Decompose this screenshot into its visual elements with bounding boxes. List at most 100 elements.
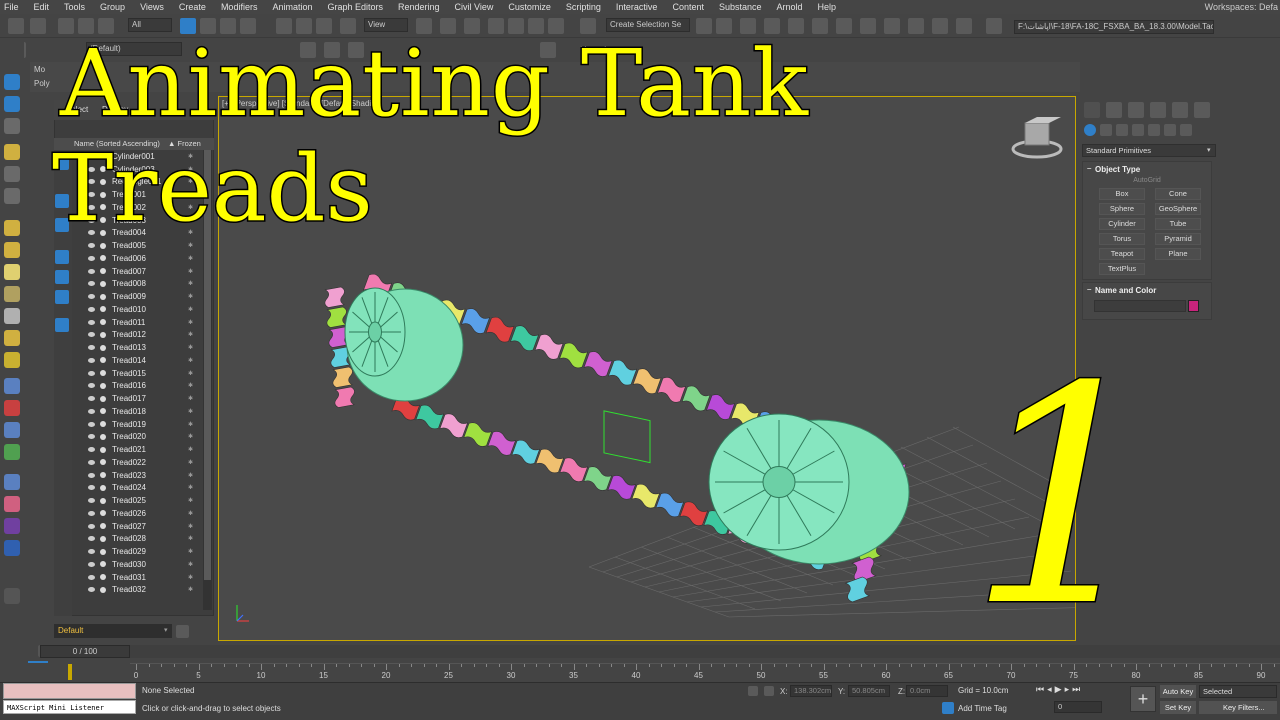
visibility-eye-icon[interactable] <box>88 587 95 593</box>
freeze-icon[interactable]: ✱ <box>188 268 193 275</box>
geometry-category-icon[interactable] <box>1084 124 1096 136</box>
freeze-icon[interactable]: ✱ <box>188 319 193 326</box>
render-dot-icon[interactable] <box>100 484 106 491</box>
ribbon-poly-label[interactable]: Poly <box>34 79 50 88</box>
cylinder-button[interactable]: Cylinder <box>1099 218 1145 230</box>
particle-icon[interactable] <box>4 378 20 394</box>
menu-item-tools[interactable]: Tools <box>64 2 85 12</box>
x-coordinate-field[interactable]: 138.302cm <box>790 685 832 697</box>
list-item[interactable]: Tread023 ✱ <box>82 469 202 482</box>
dropdown-arrow-icon[interactable]: ▾ <box>1207 144 1215 157</box>
schematic-view-icon[interactable] <box>812 18 828 34</box>
autogrid-checkbox[interactable]: AutoGrid <box>1083 177 1211 184</box>
object-type-title[interactable]: Object Type <box>1083 162 1211 176</box>
modify-tab-icon[interactable] <box>1106 102 1122 118</box>
sphere-button[interactable]: Sphere <box>1099 203 1145 215</box>
menu-item-graph-editors[interactable]: Graph Editors <box>327 2 383 12</box>
list-item[interactable]: Tread027 ✱ <box>82 520 202 533</box>
teapot-button[interactable]: Teapot <box>1099 248 1145 260</box>
menu-item-rendering[interactable]: Rendering <box>398 2 440 12</box>
freeze-icon[interactable]: ✱ <box>188 280 193 287</box>
menu-item-group[interactable]: Group <box>100 2 125 12</box>
freeze-icon[interactable]: ✱ <box>188 535 193 542</box>
geometry-sphere-icon[interactable] <box>4 264 20 280</box>
tread-segment[interactable] <box>511 439 541 466</box>
tread-segment[interactable] <box>681 384 711 412</box>
torus-button[interactable]: Torus <box>1099 233 1145 245</box>
systems-category-icon[interactable] <box>1180 124 1192 136</box>
select-tool-icon[interactable] <box>4 74 20 90</box>
tread-segment[interactable] <box>461 307 491 335</box>
visibility-eye-icon[interactable] <box>88 357 95 363</box>
render-dot-icon[interactable] <box>100 446 106 453</box>
freeze-icon[interactable]: ✱ <box>188 357 193 364</box>
render-icon[interactable] <box>908 18 924 34</box>
list-item[interactable]: Tread007 ✱ <box>82 265 202 278</box>
render-dot-icon[interactable] <box>100 306 106 313</box>
name-color-title[interactable]: Name and Color <box>1083 283 1211 297</box>
menu-item-help[interactable]: Help <box>818 2 837 12</box>
ribbon-tab[interactable]: Mo <box>34 65 45 74</box>
freeze-icon[interactable]: ✱ <box>188 395 193 402</box>
list-item[interactable]: Tread013 ✱ <box>82 341 202 354</box>
freeze-icon[interactable]: ✱ <box>188 344 193 351</box>
workspaces-label[interactable]: Workspaces: Defa <box>1205 0 1278 14</box>
tread-segment[interactable] <box>463 421 493 448</box>
visibility-eye-icon[interactable] <box>88 370 95 376</box>
tread-segment[interactable] <box>485 315 515 343</box>
freeze-icon[interactable]: ✱ <box>188 255 193 262</box>
tread-segment[interactable] <box>655 491 685 518</box>
tread-segment[interactable] <box>333 386 357 408</box>
layer-dropdown-arrow[interactable]: ▾ <box>164 624 172 638</box>
time-slider[interactable]: 0 / 100 <box>40 645 130 658</box>
menu-item-modifiers[interactable]: Modifiers <box>221 2 258 12</box>
list-item[interactable]: Tread018 ✱ <box>82 405 202 418</box>
menu-item-interactive[interactable]: Interactive <box>616 2 658 12</box>
current-frame-field[interactable]: 0 <box>1054 701 1102 713</box>
key-set-dropdown[interactable]: Selected <box>1199 685 1277 698</box>
menu-item-create[interactable]: Create <box>179 2 206 12</box>
list-item[interactable]: Tread025 ✱ <box>82 494 202 507</box>
menu-item-civil-view[interactable]: Civil View <box>455 2 494 12</box>
create-tab-icon[interactable] <box>1084 102 1100 118</box>
tread-segment[interactable] <box>415 403 445 430</box>
list-item[interactable]: Tread016 ✱ <box>82 380 202 393</box>
visibility-eye-icon[interactable] <box>88 536 95 542</box>
display-warps-icon[interactable] <box>55 290 69 304</box>
helper-icon[interactable] <box>4 188 20 204</box>
expand-arrow-icon[interactable] <box>4 588 20 604</box>
render-dot-icon[interactable] <box>100 382 106 389</box>
freeze-icon[interactable]: ✱ <box>188 408 193 415</box>
freeze-icon[interactable]: ✱ <box>188 382 193 389</box>
visibility-eye-icon[interactable] <box>88 268 95 274</box>
visibility-eye-icon[interactable] <box>88 549 95 555</box>
visibility-eye-icon[interactable] <box>88 574 95 580</box>
freeze-icon[interactable]: ✱ <box>188 561 193 568</box>
go-to-start-icon[interactable]: ⏮ <box>1036 684 1044 698</box>
list-item[interactable]: Tread017 ✱ <box>82 392 202 405</box>
visibility-eye-icon[interactable] <box>88 561 95 567</box>
list-item[interactable]: Tread031 ✱ <box>82 571 202 584</box>
light-icon[interactable] <box>4 144 20 160</box>
list-item[interactable]: Tread028 ✱ <box>82 533 202 546</box>
display-groups-icon[interactable] <box>55 318 69 332</box>
render-dot-icon[interactable] <box>100 459 106 466</box>
material-editor-icon[interactable] <box>836 18 852 34</box>
set-key-button[interactable]: Set Key <box>1160 701 1196 714</box>
object-name-field[interactable] <box>1094 300 1186 312</box>
cone-button[interactable]: Cone <box>1155 188 1201 200</box>
maxscript-listener-label[interactable]: MAXScript Mini Listener <box>3 700 136 714</box>
tread-segment[interactable] <box>439 412 469 439</box>
list-item[interactable]: Tread012 ✱ <box>82 329 202 342</box>
tread-segment[interactable] <box>607 474 637 501</box>
render-setup-icon[interactable] <box>860 18 876 34</box>
hierarchy-tab-icon[interactable] <box>1128 102 1144 118</box>
tread-segment[interactable] <box>583 350 613 378</box>
tread-segment[interactable] <box>559 456 589 483</box>
list-item[interactable]: Tread019 ✱ <box>82 418 202 431</box>
freeze-icon[interactable]: ✱ <box>188 446 193 453</box>
list-item[interactable]: Tread029 ✱ <box>82 545 202 558</box>
freeze-icon[interactable]: ✱ <box>188 421 193 428</box>
compound-icon[interactable] <box>4 422 20 438</box>
textplus-button[interactable]: TextPlus <box>1099 263 1145 275</box>
